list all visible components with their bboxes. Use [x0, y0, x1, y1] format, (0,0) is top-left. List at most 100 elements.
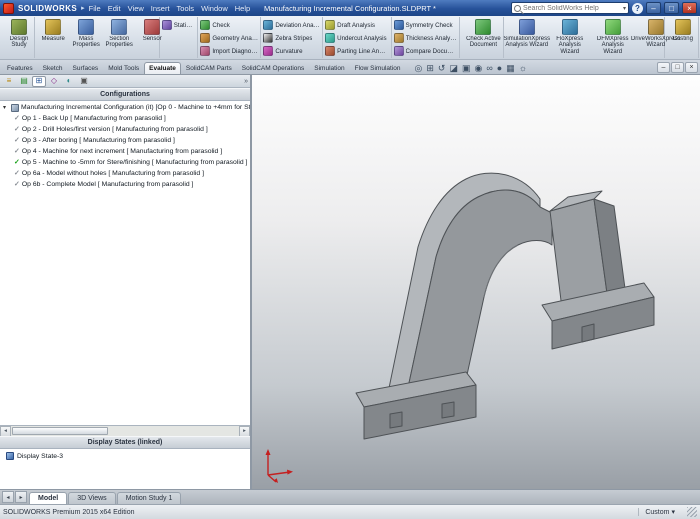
tree-horizontal-scrollbar[interactable]: ◂ ▸	[0, 425, 250, 436]
close-button[interactable]: ×	[682, 2, 697, 14]
expander-icon[interactable]: ▾	[3, 104, 9, 111]
search-input[interactable]	[523, 5, 621, 12]
config-row-7[interactable]: ✓Op 6b - Complete Model [ Manufacturing …	[0, 179, 250, 190]
ribbon-button-label: Check	[212, 22, 230, 29]
ribbon-button-measure[interactable]: Measure	[37, 17, 69, 58]
search-dropdown-icon[interactable]: ▾	[623, 5, 626, 12]
menu-edit[interactable]: Edit	[108, 4, 121, 13]
mass-properties-icon	[78, 19, 94, 35]
doc-restore-button[interactable]: □	[671, 62, 684, 73]
menu-window[interactable]: Window	[201, 4, 228, 13]
config-root-row[interactable]: ▾ Manufacturing Incremental Configuratio…	[0, 102, 250, 113]
config-row-3[interactable]: ✓Op 3 - After boring [ Manufacturing fro…	[0, 135, 250, 146]
dimxpertmanager-icon: ◇	[51, 77, 57, 85]
tab-solidcam-operations[interactable]: SolidCAM Operations	[237, 62, 310, 74]
ribbon-button-curvature[interactable]: Curvature	[263, 45, 320, 57]
ribbon-button-check[interactable]: Check	[200, 19, 258, 31]
scroll-right-icon[interactable]: ▸	[239, 426, 250, 437]
ribbon-button-design-study[interactable]: Design Study	[3, 17, 35, 58]
menu-help[interactable]: Help	[235, 4, 250, 13]
config-row-label: Op 6b - Complete Model [ Manufacturing f…	[22, 181, 194, 188]
propertymanager-tab[interactable]: ▤	[17, 76, 31, 87]
solidworks-logo-icon[interactable]	[3, 3, 14, 14]
scrollbar-track[interactable]	[11, 426, 239, 436]
costing-icon	[675, 19, 691, 35]
ribbon-button-geometry-analysis[interactable]: Geometry Analysis	[200, 32, 258, 44]
ribbon-button-draft-analysis[interactable]: Draft Analysis	[325, 19, 388, 31]
ribbon-button-label: Costing	[673, 36, 693, 42]
edit-appearance-icon[interactable]: ●	[497, 64, 502, 73]
menu-insert[interactable]: Insert	[151, 4, 170, 13]
config-row-5[interactable]: ✓Op 5 - Machine to -5mm for Stere/finish…	[0, 157, 250, 168]
ribbon-button-statistics[interactable]: Statistics	[162, 19, 196, 31]
ribbon-button-compare-documents[interactable]: Compare Documents	[394, 45, 458, 57]
part-model[interactable]	[252, 75, 698, 489]
config-row-4[interactable]: ✓Op 4 - Machine for next increment [ Man…	[0, 146, 250, 157]
config-row-6[interactable]: ✓Op 6a - Model without holes [ Manufactu…	[0, 168, 250, 179]
model-tab-model[interactable]: Model	[29, 492, 67, 504]
section-view-icon[interactable]: ◪	[449, 64, 458, 73]
tab-solidcam-parts[interactable]: SolidCAM Parts	[181, 62, 237, 74]
design-study-icon	[11, 19, 27, 35]
tab-sketch[interactable]: Sketch	[38, 62, 68, 74]
ribbon-button-dfmxpress-analysis-wizard[interactable]: DFMXpress Analysis Wizard	[592, 17, 634, 58]
graphics-area[interactable]	[252, 75, 700, 489]
config-row-1[interactable]: ✓Op 1 - Back Up [ Manufacturing from par…	[0, 113, 250, 124]
display-state-row[interactable]: Display State-3	[0, 449, 250, 460]
tab-scroll-right-icon[interactable]: ▸	[15, 491, 27, 503]
ribbon-button-check-active-document[interactable]: Check Active Document	[462, 17, 504, 58]
view-orientation-icon[interactable]: ▣	[462, 64, 471, 73]
previous-view-icon[interactable]: ↺	[438, 64, 446, 73]
ribbon-button-simulationxpress-analysis-wizard[interactable]: SimulationXpress Analysis Wizard	[506, 17, 548, 58]
geometry-analysis-icon	[200, 33, 210, 43]
model-tab-3d-views[interactable]: 3D Views	[68, 492, 115, 504]
ribbon-button-mass-properties[interactable]: Mass Properties	[70, 17, 102, 58]
unit-system-selector[interactable]: Custom ▾	[638, 508, 681, 516]
tab-flow-simulation[interactable]: Flow Simulation	[350, 62, 406, 74]
ribbon-button-import-diagnostics[interactable]: Import Diagnostics	[200, 45, 258, 57]
menu-tools[interactable]: Tools	[177, 4, 195, 13]
ribbon-button-parting-line-analysis[interactable]: Parting Line Analysis	[325, 45, 388, 57]
ribbon-button-thickness-analysis[interactable]: Thickness Analysis	[394, 32, 458, 44]
tab-scroll-left-icon[interactable]: ◂	[2, 491, 14, 503]
ribbon-button-costing[interactable]: Costing	[667, 17, 699, 58]
apply-scene-icon[interactable]: ▦	[506, 64, 515, 73]
tab-mold-tools[interactable]: Mold Tools	[103, 62, 144, 74]
ribbon-button-section-properties[interactable]: Section Properties	[103, 17, 135, 58]
zoom-fit-icon[interactable]: ◎	[415, 64, 423, 73]
symmetry-check-icon	[394, 20, 404, 30]
ribbon-stack: Deviation AnalysisZebra StripesCurvature	[263, 17, 320, 58]
ribbon-button-symmetry-check[interactable]: Symmetry Check	[394, 19, 458, 31]
dimxpertmanager-tab[interactable]: ◇	[47, 76, 61, 87]
ribbon-button-floxpress-analysis-wizard[interactable]: FloXpress Analysis Wizard	[549, 17, 591, 58]
tab-simulation[interactable]: Simulation	[309, 62, 349, 74]
display-style-icon[interactable]: ◉	[475, 64, 483, 73]
ribbon-button-zebra-stripes[interactable]: Zebra Stripes	[263, 32, 320, 44]
menu-pin-arrow-icon[interactable]: ▸	[81, 4, 85, 12]
displaymanager-tab[interactable]: ◐	[62, 76, 76, 87]
menu-view[interactable]: View	[128, 4, 144, 13]
hide-show-items-icon[interactable]: ∞	[486, 64, 492, 73]
tab-evaluate[interactable]: Evaluate	[144, 62, 181, 74]
doc-close-button[interactable]: ×	[685, 62, 698, 73]
zoom-area-icon[interactable]: ⊞	[426, 64, 434, 73]
fm-tabs-overflow-icon[interactable]: »	[244, 78, 248, 85]
help-icon[interactable]: ?	[632, 3, 643, 14]
maximize-button[interactable]: □	[664, 2, 679, 14]
config-row-2[interactable]: ✓Op 2 - Drill Holes/first version [ Manu…	[0, 124, 250, 135]
featuremanager-tab[interactable]: ≡	[2, 76, 16, 87]
configurationmanager-tab[interactable]: ⊞	[32, 76, 46, 87]
ribbon-button-deviation-analysis[interactable]: Deviation Analysis	[263, 19, 320, 31]
scroll-left-icon[interactable]: ◂	[0, 426, 11, 437]
scrollbar-thumb[interactable]	[12, 427, 108, 435]
ribbon-button-undercut-analysis[interactable]: Undercut Analysis	[325, 32, 388, 44]
doc-minimize-button[interactable]: –	[657, 62, 670, 73]
solidcam-manager-tab[interactable]: ▣	[77, 76, 91, 87]
tab-surfaces[interactable]: Surfaces	[68, 62, 104, 74]
tab-features[interactable]: Features	[2, 62, 38, 74]
resize-grip[interactable]	[687, 507, 697, 517]
view-settings-icon[interactable]: ☼	[519, 64, 527, 73]
menu-file[interactable]: File	[89, 4, 101, 13]
model-tab-motion-study-1[interactable]: Motion Study 1	[117, 492, 182, 504]
minimize-button[interactable]: –	[646, 2, 661, 14]
